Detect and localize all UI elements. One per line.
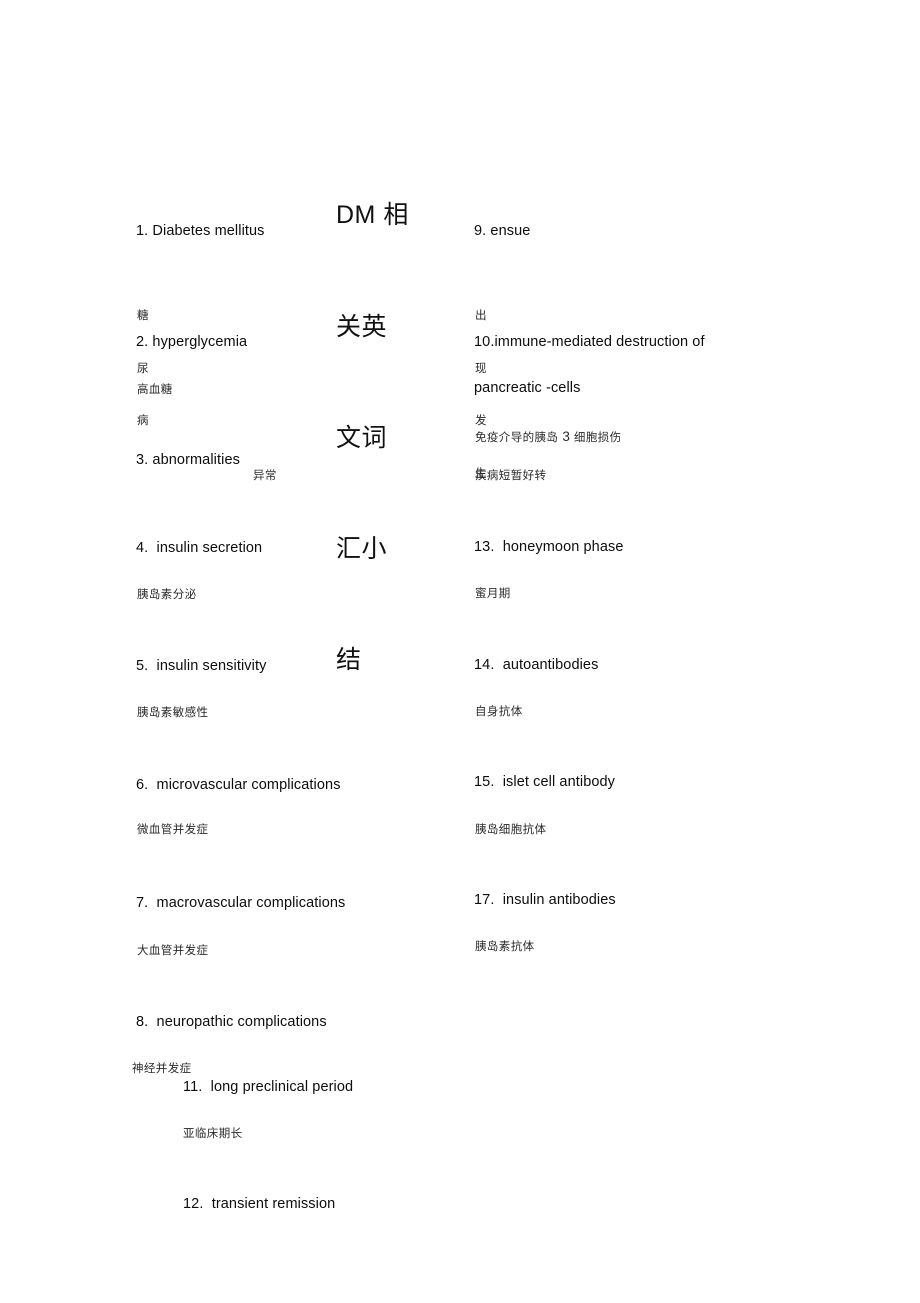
gloss-char: 糖 [137,308,149,322]
entry-13-honeymoon-phase: 13. honeymoon phase [474,539,624,555]
entry-5-insulin-sensitivity: 5. insulin sensitivity [136,658,267,674]
entry-10-immune-mediated-destruction: 10.immune-mediated destruction of [474,334,705,350]
gloss-7-macrovascular-complications: 大血管并发症 [137,943,209,957]
document-title-line-3: 文词 [336,423,388,452]
entry-3-abnormalities: 3. abnormalities [136,452,240,468]
gloss-char: 现 [475,360,487,375]
document-title-line-2: 关英 [336,312,388,341]
entry-4-insulin-secretion: 4. insulin secretion [136,540,263,556]
document-title-line-4: 汇小 [336,534,388,563]
entry-7-macrovascular-complications: 7. macrovascular complications [136,895,346,911]
document-title-line-5: 结 [336,645,362,674]
gloss-13-honeymoon-phase: 蜜月期 [475,586,511,600]
entry-6-microvascular-complications: 6. microvascular complications [136,777,341,793]
gloss-12-transient-remission: 疾病短暂好转 [475,468,547,482]
gloss-1-diabetes-mellitus: 糖 尿 病 [137,272,152,465]
document-title: DM 相 关英 文词 汇小 结 [336,123,416,752]
gloss-char: 发 [475,413,487,427]
document-page: DM 相 关英 文词 汇小 结 1. Diabetes mellitus 糖 尿… [0,0,920,1303]
gloss-5-insulin-sensitivity: 胰岛素敏感性 [137,705,209,719]
gloss-4-insulin-secretion: 胰岛素分泌 [137,587,197,601]
entry-8-neuropathic-complications: 8. neuropathic complications [136,1014,327,1030]
document-title-line-1: DM 相 [336,201,409,229]
gloss-17-insulin-antibodies: 胰岛素抗体 [475,939,535,953]
entry-15-islet-cell-antibody: 15. islet cell antibody [474,774,616,790]
entry-14-autoantibodies: 14. autoantibodies [474,657,599,673]
entry-11-long-preclinical-period: 11. long preclinical period [183,1079,354,1095]
gloss-char: 尿 [137,360,149,375]
entry-9-ensue: 9. ensue [474,223,531,239]
gloss-2-hyperglycemia: 高血糖 [137,382,173,396]
entry-17-insulin-antibodies: 17. insulin antibodies [474,892,616,908]
gloss-14-autoantibodies: 自身抗体 [475,704,523,718]
gloss-15-islet-cell-antibody: 胰岛细胞抗体 [475,822,547,836]
entry-12-transient-remission: 12. transient remission [183,1196,336,1212]
gloss-6-microvascular-complications: 微血管并发症 [137,822,209,836]
gloss-10-immune-mediated-destruction: 免疫介导的胰岛 3 细胞损伤 [475,430,622,444]
gloss-part-1: 免疫介导的胰岛 [475,430,563,444]
entry-2-hyperglycemia: 2. hyperglycemia [136,334,248,350]
entry-10-immune-mediated-destruction-line2: pancreatic -cells [474,380,581,396]
gloss-char: 病 [137,413,149,427]
gloss-3-abnormalities: 异常 [253,468,277,482]
entry-1-diabetes-mellitus: 1. Diabetes mellitus [136,223,265,239]
gloss-part-2: 细胞损伤 [569,430,622,444]
gloss-8-neuropathic-complications: 神经并发症 [132,1061,192,1075]
gloss-11-long-preclinical-period: 亚临床期长 [183,1126,243,1140]
gloss-beta-symbol: 3 [562,429,570,444]
gloss-char: 出 [475,308,487,322]
